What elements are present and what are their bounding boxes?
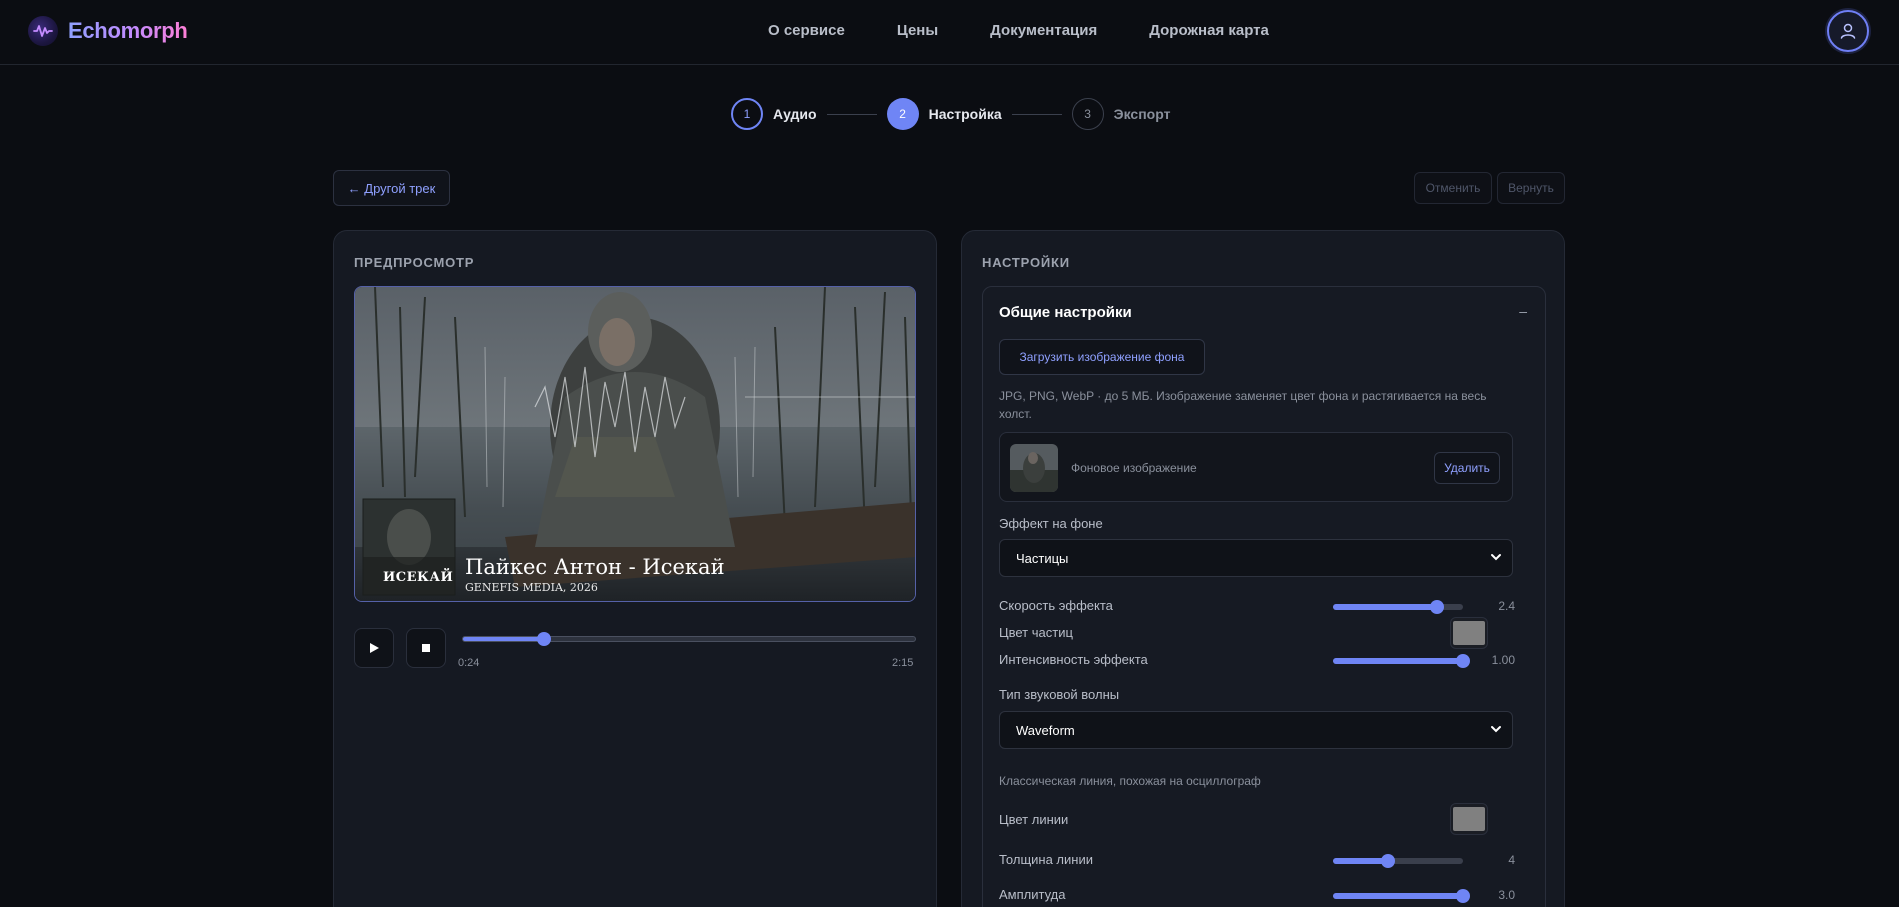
step-export[interactable]: 3 Экспорт — [1071, 98, 1171, 130]
nav-pricing[interactable]: Цены — [897, 22, 938, 39]
track-subtitle: GENEFIS MEDIA, 2026 — [465, 581, 598, 594]
wave-type-select[interactable]: Waveform — [999, 711, 1513, 749]
preview-section-title: ПРЕДПРОСМОТР — [354, 255, 475, 270]
group-title: Общие настройки — [999, 304, 1132, 321]
seek-bar[interactable] — [462, 632, 916, 646]
settings-panel: НАСТРОЙКИ Общие настройки – Загрузить из… — [961, 230, 1565, 907]
collapse-toggle[interactable]: – — [1519, 303, 1527, 319]
line-width-fill — [1333, 858, 1388, 864]
step-label: Экспорт — [1113, 106, 1171, 122]
seek-handle[interactable] — [537, 632, 552, 646]
intensity-slider[interactable] — [1333, 654, 1470, 668]
amplitude-fill — [1333, 893, 1463, 899]
effect-label: Эффект на фоне — [999, 516, 1103, 531]
line-color-label: Цвет линии — [999, 812, 1069, 827]
logo[interactable]: Echomorph — [28, 16, 188, 46]
background-image-card: Фоновое изображение Удалить — [999, 432, 1513, 502]
main-nav: О сервисе Цены Документация Дорожная кар… — [768, 22, 1269, 39]
line-width-label: Толщина линии — [999, 852, 1093, 867]
step-connector — [826, 113, 877, 115]
user-icon — [1840, 23, 1856, 39]
logo-wave-icon — [28, 16, 58, 46]
nav-docs[interactable]: Документация — [990, 22, 1097, 39]
speed-value: 2.4 — [1498, 599, 1515, 613]
line-width-handle[interactable] — [1380, 854, 1395, 868]
upload-background-button[interactable]: Загрузить изображение фона — [999, 339, 1205, 375]
play-button[interactable] — [354, 628, 394, 668]
step-label: Аудио — [773, 106, 817, 122]
total-time: 2:15 — [892, 657, 914, 669]
amplitude-label: Амплитуда — [999, 887, 1066, 902]
chevron-down-icon — [1491, 726, 1501, 733]
intensity-value: 1.00 — [1491, 653, 1515, 667]
line-width-value: 4 — [1508, 853, 1515, 867]
effect-select-value: Частицы — [1016, 550, 1069, 566]
upload-hint: JPG, PNG, WebP · до 5 МБ. Изображение за… — [999, 389, 1487, 421]
general-settings-group: Общие настройки – Загрузить изображение … — [982, 286, 1546, 907]
speed-handle[interactable] — [1430, 600, 1444, 614]
play-icon — [370, 643, 379, 653]
amplitude-slider[interactable] — [1333, 889, 1470, 903]
nav-roadmap[interactable]: Дорожная карта — [1149, 22, 1269, 39]
redo-button[interactable]: Вернуть — [1497, 172, 1565, 204]
undo-button[interactable]: Отменить — [1414, 172, 1492, 204]
speed-fill — [1333, 604, 1437, 610]
effect-select[interactable]: Частицы — [999, 539, 1513, 577]
intensity-fill — [1333, 658, 1463, 664]
line-width-slider[interactable] — [1333, 854, 1463, 868]
step-number: 1 — [731, 98, 763, 130]
chevron-down-icon — [1491, 554, 1501, 561]
speed-label: Скорость эффекта — [999, 598, 1113, 613]
wave-type-hint: Классическая линия, похожая на осциллогр… — [999, 774, 1261, 788]
current-time: 0:24 — [458, 657, 480, 669]
stop-icon — [422, 644, 430, 652]
step-settings[interactable]: 2 Настройка — [886, 98, 1002, 130]
seek-progress — [463, 637, 545, 641]
user-avatar-button[interactable] — [1827, 10, 1869, 52]
preview-canvas[interactable]: ИСЕКАЙ Пайкес Антон - Исекай GENEFIS MED… — [354, 286, 916, 602]
other-track-button[interactable]: ← Другой трек — [333, 170, 450, 206]
step-audio[interactable]: 1 Аудио — [731, 98, 817, 130]
nav-about[interactable]: О сервисе — [768, 22, 845, 39]
step-number: 2 — [886, 98, 919, 130]
preview-panel: ПРЕДПРОСМОТР ИСЕКАЙ Пайкес Антон - Исека… — [333, 230, 937, 907]
amplitude-value: 3.0 — [1498, 888, 1515, 902]
logo-text: Echomorph — [68, 18, 188, 43]
line-color-picker[interactable] — [1450, 803, 1488, 835]
wave-type-select-value: Waveform — [1016, 722, 1075, 738]
background-thumbnail — [1010, 444, 1058, 492]
track-title: Пайкес Антон - Исекай — [465, 555, 725, 579]
background-image-name: Фоновое изображение — [1071, 461, 1197, 475]
particle-color-label: Цвет частиц — [999, 625, 1073, 640]
delete-background-button[interactable]: Удалить — [1434, 452, 1500, 484]
settings-section-title: НАСТРОЙКИ — [982, 255, 1070, 270]
line-color-swatch — [1453, 807, 1485, 831]
wave-type-label: Тип звуковой волны — [999, 687, 1120, 702]
top-header: Echomorph О сервисе Цены Документация До… — [0, 0, 1899, 65]
stepper: 1 Аудио 2 Настройка 3 Экспорт — [731, 98, 1170, 130]
particle-color-picker[interactable] — [1450, 617, 1488, 649]
intensity-label: Интенсивность эффекта — [999, 652, 1148, 667]
particle-color-swatch — [1453, 621, 1485, 645]
speed-slider[interactable] — [1333, 600, 1463, 614]
step-connector — [1011, 113, 1062, 115]
stop-button[interactable] — [406, 628, 446, 668]
cover-title-text: ИСЕКАЙ — [383, 570, 454, 585]
step-number: 3 — [1071, 98, 1104, 130]
step-label: Настройка — [928, 106, 1002, 122]
